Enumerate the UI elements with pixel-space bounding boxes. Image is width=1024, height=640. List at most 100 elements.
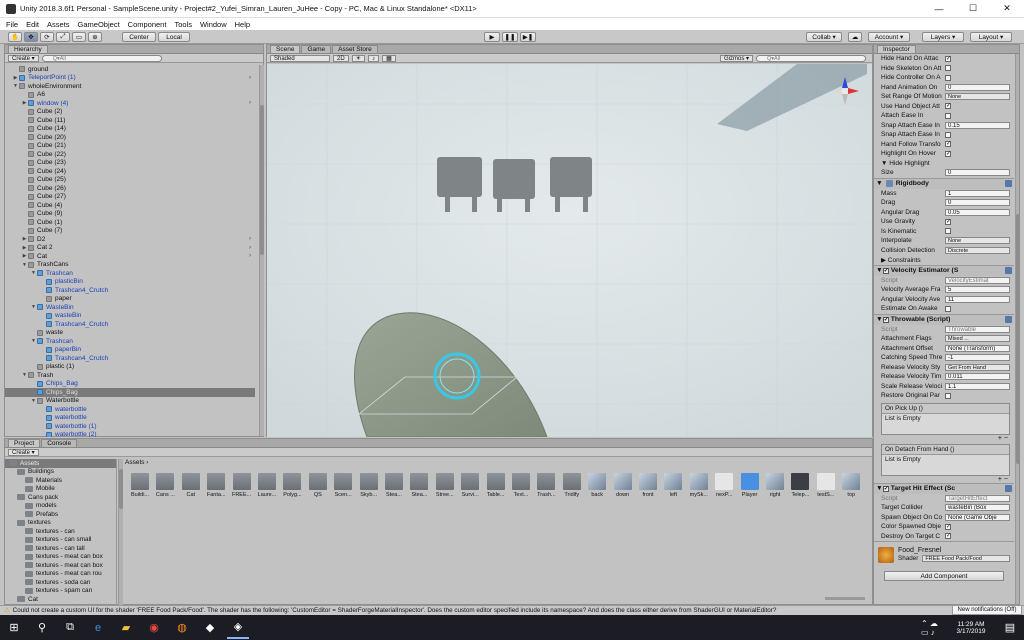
layers-dropdown[interactable]: Layers ▾ [922, 32, 964, 42]
property-field[interactable]: 0.011 [945, 373, 1010, 381]
expand-arrow-icon[interactable]: ▶ [21, 253, 28, 259]
throwable-enable-checkbox[interactable]: ✓ [882, 316, 889, 323]
minimize-button[interactable]: — [922, 0, 956, 18]
scene-search-input[interactable]: Q▾All [756, 54, 866, 62]
on-pick-up-event[interactable]: On Pick Up () List is Empty [881, 402, 1010, 435]
project-folder-item[interactable]: Materials [5, 476, 116, 485]
expand-arrow-icon[interactable]: ▼ [30, 304, 37, 310]
hierarchy-item[interactable]: paperBin [5, 346, 255, 355]
property-field[interactable]: Throwable [945, 325, 1010, 333]
property-field[interactable]: None (Transform) [945, 344, 1010, 352]
unity-hub-icon[interactable]: ◆ [199, 617, 221, 639]
hierarchy-item[interactable]: Cube (21) [5, 142, 255, 151]
lighting-toggle-icon[interactable]: ☀ [351, 54, 366, 62]
hierarchy-item[interactable]: Chips_Bag [5, 388, 255, 397]
velocity-estimator-enable-checkbox[interactable]: ✓ [882, 267, 889, 274]
component-settings-icon[interactable] [1005, 267, 1012, 274]
asset-item[interactable]: QS [307, 473, 329, 498]
task-view-icon[interactable]: ⧉ [59, 617, 81, 639]
expand-arrow-icon[interactable]: ▼ [21, 372, 28, 378]
hierarchy-item[interactable]: waterbottle [5, 414, 255, 423]
transform-tool-icon[interactable]: ⊕ [88, 32, 102, 42]
expand-arrow-icon[interactable]: ▶ [21, 100, 28, 106]
property-checkbox[interactable]: ✓ [945, 218, 951, 225]
add-component-button[interactable]: Add Component [884, 571, 1004, 581]
property-field[interactable]: 1.1 [945, 382, 1010, 390]
component-settings-icon[interactable] [1005, 316, 1012, 323]
asset-item[interactable]: Tridify [561, 473, 583, 498]
menu-gameobject[interactable]: GameObject [78, 20, 120, 29]
target-hit-enable-checkbox[interactable]: ✓ [882, 485, 889, 492]
asset-item[interactable]: Polyg... [281, 473, 303, 498]
scale-tool-icon[interactable]: ⤢ [56, 32, 70, 42]
hierarchy-item[interactable]: ▶ window (4) › [5, 99, 255, 108]
property-field[interactable]: 0 [945, 169, 1010, 177]
hierarchy-item[interactable]: ground [5, 65, 255, 74]
tab-scene[interactable]: Scene [270, 45, 301, 53]
hierarchy-item[interactable]: Cube (26) [5, 184, 255, 193]
tab-console[interactable]: Console [41, 439, 78, 447]
hierarchy-create-button[interactable]: Create ▾ [8, 54, 39, 62]
property-field[interactable]: None (Game Obje [945, 513, 1010, 521]
velocity-estimator-component-header[interactable]: ▼ ✓ Velocity Estimator (S [874, 264, 1014, 276]
asset-item[interactable]: Stree... [434, 473, 456, 498]
expand-arrow-icon[interactable]: ▼ [12, 83, 19, 89]
menu-component[interactable]: Component [128, 20, 167, 29]
expand-arrow-icon[interactable]: ▼ [30, 398, 37, 404]
tab-game[interactable]: Game [301, 45, 332, 53]
hierarchy-item[interactable]: ▼ WasteBin [5, 303, 255, 312]
project-create-button[interactable]: Create ▾ [8, 448, 39, 456]
mode-2d-toggle[interactable]: 2D [333, 54, 349, 62]
asset-item[interactable]: FREE... [231, 473, 253, 498]
hierarchy-item[interactable]: Cube (24) [5, 167, 255, 176]
asset-item[interactable]: front [637, 473, 659, 498]
property-field[interactable]: wasteBin (Box [945, 504, 1010, 512]
chrome-icon[interactable]: ◉ [143, 617, 165, 639]
hierarchy-item[interactable]: ▼ TrashCans [5, 261, 255, 270]
event-add-remove-icon[interactable]: + − [874, 435, 1014, 442]
property-checkbox[interactable] [945, 228, 951, 235]
asset-item[interactable]: mySk... [688, 473, 710, 498]
hierarchy-item[interactable]: Cube (14) [5, 125, 255, 134]
property-checkbox[interactable] [945, 65, 951, 72]
event-add-remove-icon[interactable]: + − [874, 476, 1014, 483]
property-dropdown[interactable]: Discrete [945, 246, 1010, 254]
hierarchy-item[interactable]: Trashcan4_Crutch [5, 354, 255, 363]
target-hit-effect-component-header[interactable]: ▼ ✓ Target Hit Effect (Sc [874, 482, 1014, 494]
menu-edit[interactable]: Edit [26, 20, 39, 29]
collab-dropdown[interactable]: Collab ▾ [806, 32, 842, 42]
asset-item[interactable]: Fanta... [205, 473, 227, 498]
property-checkbox[interactable]: ✓ [945, 141, 951, 148]
project-folder-item[interactable]: Cans pack [5, 493, 116, 502]
expand-arrow-icon[interactable]: ▶ [21, 236, 28, 242]
hierarchy-item[interactable]: Cube (7) [5, 227, 255, 236]
hierarchy-item[interactable]: Cube (20) [5, 133, 255, 142]
property-checkbox[interactable] [945, 112, 951, 119]
expand-arrow-icon[interactable]: ▼ [21, 262, 28, 268]
prefab-chevron-icon[interactable]: › [249, 245, 251, 251]
asset-item[interactable]: nexP... [713, 473, 735, 498]
project-folder-item[interactable]: textures - meat can box [5, 553, 116, 562]
asset-item[interactable]: top [840, 473, 862, 498]
clock[interactable]: 11:29 AM 3/17/2019 [946, 621, 996, 635]
cloud-icon[interactable]: ☁ [848, 32, 862, 42]
throwable-component-header[interactable]: ▼ ✓ Throwable (Script) [874, 313, 1014, 325]
expand-arrow-icon[interactable]: ▼ [30, 338, 37, 344]
step-icon[interactable]: ▶❚ [520, 32, 536, 42]
hierarchy-item[interactable]: ▶ Cat 2 › [5, 244, 255, 253]
project-folder-item[interactable]: Assets [5, 459, 116, 468]
property-field[interactable]: -1 [945, 354, 1010, 362]
prefab-chevron-icon[interactable]: › [249, 236, 251, 242]
hierarchy-item[interactable]: Cube (27) [5, 193, 255, 202]
maximize-button[interactable]: ☐ [956, 0, 990, 18]
firefox-icon[interactable]: ◍ [171, 617, 193, 639]
property-checkbox[interactable] [945, 392, 951, 399]
property-field[interactable]: 0.05 [945, 208, 1010, 216]
close-button[interactable]: ✕ [990, 0, 1024, 18]
property-checkbox[interactable] [945, 131, 951, 138]
tab-hierarchy[interactable]: Hierarchy [8, 45, 48, 53]
tab-asset-store[interactable]: Asset Store [332, 45, 378, 53]
menu-tools[interactable]: Tools [174, 20, 192, 29]
gizmos-dropdown[interactable]: Gizmos ▾ [719, 54, 753, 62]
hierarchy-item[interactable]: ▼ Waterbottle [5, 397, 255, 406]
